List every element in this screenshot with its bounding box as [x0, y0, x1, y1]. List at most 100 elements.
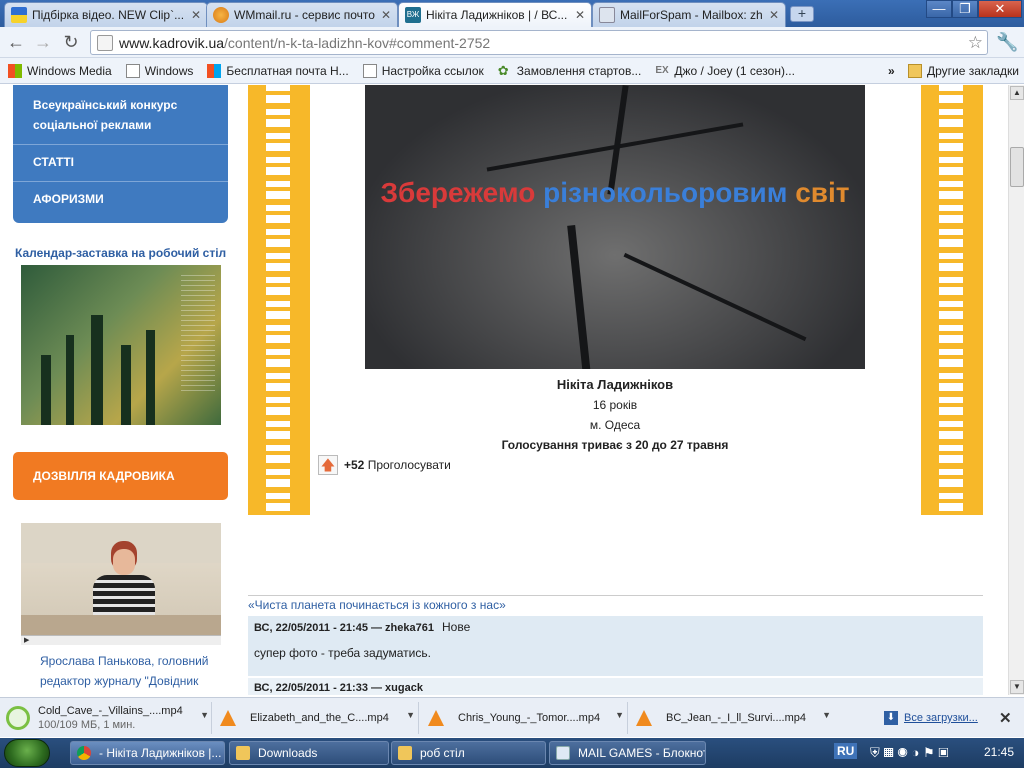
address-bar[interactable]: www.kadrovik.ua/content/n-k-ta-ladizhn-k…	[90, 30, 988, 55]
flag-icon[interactable]: ⚑	[923, 745, 935, 760]
comment-item: ВС, 22/05/2011 - 21:33 — xugack	[248, 678, 983, 695]
wrench-icon[interactable]: 🔧	[996, 32, 1018, 54]
tab-mailforspam[interactable]: MailForSpam - Mailbox: zhe... ✕	[592, 2, 786, 27]
minimize-icon[interactable]: —	[926, 0, 952, 18]
close-icon[interactable]: ✕	[999, 702, 1012, 734]
bookmark-label: Настройка ссылок	[381, 63, 484, 78]
close-icon[interactable]: ✕	[769, 8, 779, 22]
scroll-up-icon[interactable]: ▲	[1010, 86, 1024, 100]
maximize-icon[interactable]: ❐	[952, 0, 978, 18]
bookmark-windows-media[interactable]: Windows Media	[8, 63, 112, 78]
language-indicator[interactable]: RU	[834, 743, 858, 759]
new-tab-button[interactable]: +	[790, 6, 814, 22]
vlc-icon	[428, 710, 444, 726]
clock[interactable]: 21:45	[984, 745, 1014, 759]
tab-title: WMmail.ru - сервис почто...	[234, 8, 375, 22]
play-icon[interactable]: ▶	[24, 636, 29, 644]
comment-author-date[interactable]: ВС, 22/05/2011 - 21:45 — zheka761	[254, 622, 434, 634]
taskbar-item-downloads[interactable]: Downloads	[229, 741, 389, 765]
scroll-thumb[interactable]	[1010, 147, 1024, 187]
ornament-left	[248, 85, 310, 515]
tree-shape	[41, 355, 51, 425]
start-button[interactable]	[4, 739, 50, 767]
slogan-part: різнокольоровим	[543, 177, 796, 208]
vote-up-arrow-icon[interactable]: 🡅	[318, 455, 338, 475]
more-bookmarks-button[interactable]: »	[888, 64, 895, 78]
sync-icon[interactable]: ◉	[897, 745, 907, 760]
entry-age: 16 років	[592, 398, 638, 412]
download-filename: BC_Jean_-_I_ll_Survi....mp4	[666, 712, 807, 724]
progress-ring-icon	[6, 706, 30, 730]
crack-shape	[623, 252, 807, 342]
page-scrollbar[interactable]: ▲ ▼	[1008, 85, 1024, 695]
tab-video-clips[interactable]: Підбірка відео. NEW Clip`... ✕	[4, 2, 208, 27]
tree-shape	[146, 330, 155, 425]
menu-item-social-ads[interactable]: Всеукраїнський конкурс соціальної реклам…	[13, 95, 203, 135]
url-path: /content/n-k-ta-ladizhn-kov#comment-2752	[224, 34, 491, 51]
sidebar-menu: Всеукраїнський конкурс соціальної реклам…	[13, 85, 228, 223]
chevron-down-icon[interactable]: ▼	[822, 710, 831, 720]
forward-icon[interactable]: →	[32, 32, 54, 54]
photo-slogan: Збережемо різнокольоровим світ	[365, 177, 865, 209]
taskbar-item-desktop-folder[interactable]: роб стіл	[391, 741, 546, 765]
bookmark-label: Джо / Joey (1 сезон)...	[674, 63, 795, 78]
vote-button[interactable]: Проголосувати	[368, 458, 451, 472]
comment-author-date[interactable]: ВС, 22/05/2011 - 21:33 — xugack	[254, 682, 423, 694]
menu-item-aphorisms[interactable]: АФОРИЗМИ	[13, 189, 228, 209]
video-controls[interactable]: ▶	[21, 635, 221, 645]
chevron-down-icon[interactable]: ▼	[406, 710, 415, 720]
bookmark-free-mail[interactable]: Бесплатная почта Н...	[207, 63, 349, 78]
calendar-wallpaper-image[interactable]	[21, 265, 221, 425]
chevron-down-icon[interactable]: ▼	[615, 710, 624, 720]
scroll-down-icon[interactable]: ▼	[1010, 680, 1024, 694]
ornament-right	[921, 85, 983, 515]
calendar-title[interactable]: Календар-заставка на робочий стіл	[15, 246, 226, 260]
page-viewport: Всеукраїнський конкурс соціальної реклам…	[0, 85, 1008, 695]
download-item[interactable]: Elizabeth_and_the_C....mp4 ▼	[220, 702, 415, 734]
bookmark-joey[interactable]: EX Джо / Joey (1 сезон)...	[655, 64, 795, 78]
back-icon[interactable]: ←	[5, 32, 27, 54]
chevron-down-icon[interactable]: ▼	[200, 710, 209, 720]
tab-nikita[interactable]: ВЖ Нікіта Ладижніков | / ВС... ✕	[398, 2, 592, 27]
page-icon	[362, 63, 377, 78]
comment-text: супер фото - треба задуматись.	[254, 646, 431, 660]
close-icon[interactable]: ✕	[381, 8, 391, 22]
vote-widget: 🡅 +52 Проголосувати	[318, 455, 451, 475]
taskbar-item-chrome[interactable]: - Нікіта Ладижніков |...	[70, 741, 225, 765]
download-item[interactable]: Cold_Cave_-_Villains_....mp4 100/109 МБ,…	[6, 702, 209, 734]
download-item[interactable]: Chris_Young_-_Tomor....mp4 ▼	[428, 702, 624, 734]
bookmark-link-settings[interactable]: Настройка ссылок	[362, 63, 484, 78]
volume-icon[interactable]: ◑	[911, 745, 919, 760]
bookmark-order[interactable]: ✿ Замовлення стартов...	[498, 63, 642, 78]
video-caption[interactable]: Ярослава Панькова, головний редактор жур…	[40, 651, 215, 691]
contest-photo[interactable]: Збережемо різнокольоровим світ	[365, 85, 865, 369]
contest-link[interactable]: «Чиста планета починається із кожного з …	[248, 598, 506, 612]
video-player[interactable]: ▶	[21, 523, 221, 645]
entry-voting-period: Голосування триває з 20 до 27 травня	[501, 438, 729, 452]
bookmark-label: Другие закладки	[927, 63, 1019, 78]
tab-strip: Підбірка відео. NEW Clip`... ✕ WMmail.ru…	[0, 0, 1024, 27]
bookmark-label: Windows Media	[27, 63, 112, 78]
windows-icon	[207, 63, 222, 78]
tree-shape	[66, 335, 74, 425]
network-icon[interactable]: ▦	[883, 745, 893, 760]
shield-icon[interactable]: ⛨	[870, 745, 880, 760]
tab-title: MailForSpam - Mailbox: zhe...	[620, 8, 763, 22]
reload-icon[interactable]: ↻	[60, 32, 82, 54]
close-icon[interactable]: ✕	[575, 8, 585, 22]
download-filename: Cold_Cave_-_Villains_....mp4	[38, 705, 183, 717]
tab-wmmail[interactable]: WMmail.ru - сервис почто... ✕	[206, 2, 398, 27]
leisure-button[interactable]: ДОЗВІЛЛЯ КАДРОВИКА	[13, 452, 228, 500]
bookmark-label: Замовлення стартов...	[516, 63, 642, 78]
star-icon[interactable]: ☆	[968, 33, 983, 53]
all-downloads-link[interactable]: ⬇ Все загрузки...	[884, 702, 978, 734]
other-bookmarks-button[interactable]: Другие закладки	[908, 63, 1019, 78]
download-item[interactable]: BC_Jean_-_I_ll_Survi....mp4 ▼	[636, 702, 831, 734]
close-icon[interactable]: ✕	[191, 8, 201, 22]
taskbar-item-notepad[interactable]: MAIL GAMES - Блокнот	[549, 741, 706, 765]
bookmark-windows[interactable]: Windows	[125, 63, 193, 78]
vlc-icon	[636, 710, 652, 726]
menu-item-articles[interactable]: СТАТТІ	[13, 152, 228, 172]
close-window-icon[interactable]: ✕	[978, 0, 1022, 18]
monitor-icon[interactable]: ▣	[938, 745, 948, 760]
